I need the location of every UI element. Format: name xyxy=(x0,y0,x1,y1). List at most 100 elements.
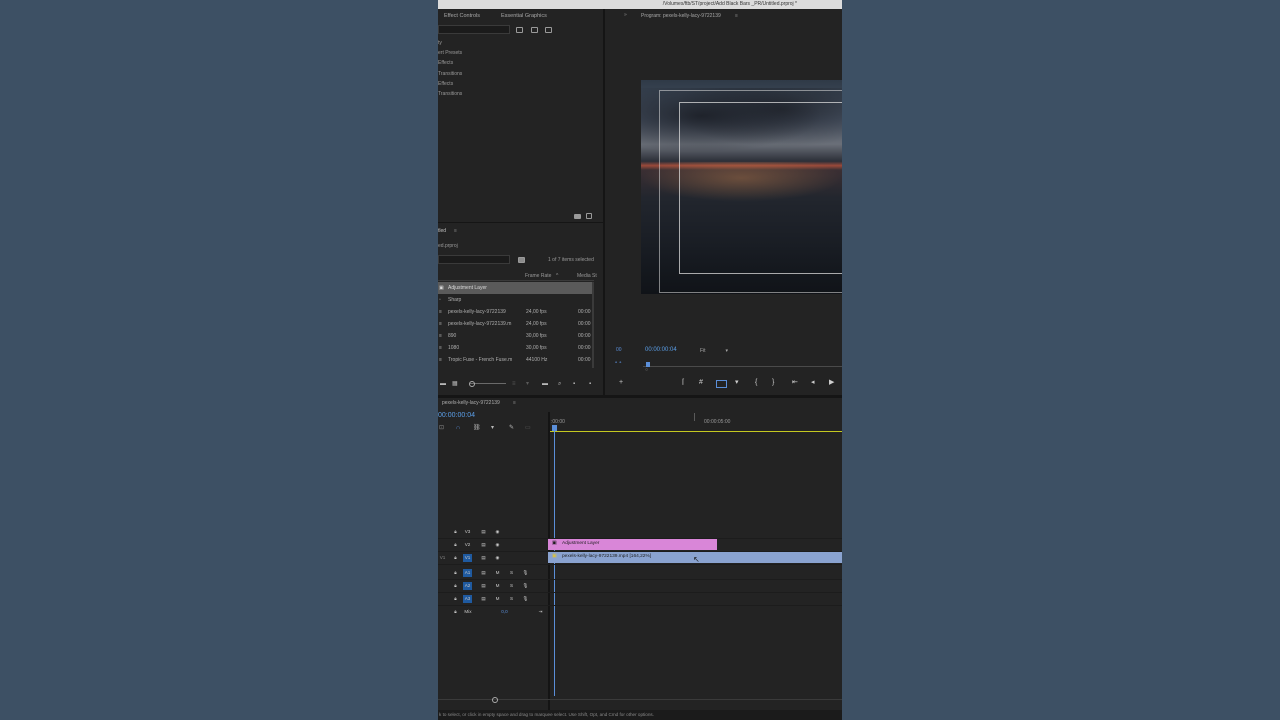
add-button-icon[interactable]: + xyxy=(619,379,623,386)
list-view-icon[interactable]: ▬ xyxy=(440,380,446,388)
go-to-in-icon[interactable]: ⇤ xyxy=(792,379,798,387)
add-marker-icon[interactable]: ▾ xyxy=(491,424,494,432)
track-a3-label[interactable]: A3 xyxy=(463,595,472,603)
solo-button[interactable]: S xyxy=(507,582,516,590)
zoom-handle-icon[interactable]: ○ xyxy=(645,367,648,373)
sync-lock-icon[interactable]: ▤ xyxy=(479,595,488,603)
sync-lock-icon[interactable]: ▤ xyxy=(479,554,488,562)
fit-dropdown[interactable]: Fit ▾ xyxy=(700,347,730,355)
list-item[interactable]: ≡ pexels-kelly-lacy-9722139.m 24,00 fps … xyxy=(438,318,594,330)
play-icon[interactable]: ▶ xyxy=(829,379,834,387)
work-area-bar[interactable] xyxy=(550,431,842,432)
microphone-icon[interactable]: 🎙︎ xyxy=(521,595,530,603)
lock-icon[interactable]: 🔒︎ xyxy=(451,554,460,562)
timeline-timecode[interactable]: 00:00:00:04 xyxy=(438,412,475,419)
accelerated-effects-icon[interactable] xyxy=(516,27,523,33)
lock-icon[interactable]: 🔒︎ xyxy=(451,582,460,590)
icon-view-icon[interactable]: ▦ xyxy=(452,380,458,388)
track-a2[interactable]: 🔒︎ A2 ▤ M S 🎙︎ xyxy=(438,580,842,593)
track-a3[interactable]: 🔒︎ A3 ▤ M S 🎙︎ xyxy=(438,593,842,606)
effects-list-item[interactable]: ert Presets xyxy=(438,50,462,56)
zoom-handle[interactable] xyxy=(492,697,498,703)
program-video-frame[interactable] xyxy=(641,80,842,294)
program-timecode[interactable]: 00:00:00:04 xyxy=(645,347,677,353)
effects-list-item[interactable]: Effects xyxy=(438,60,453,66)
mark-out-bracket-icon[interactable]: } xyxy=(772,379,774,387)
solo-button[interactable]: S xyxy=(507,569,516,577)
captions-icon[interactable]: ▭ xyxy=(525,424,531,432)
lock-icon[interactable]: 🔒︎ xyxy=(451,595,460,603)
mute-button[interactable]: M xyxy=(493,595,502,603)
column-frame-rate[interactable]: Frame Rate xyxy=(525,273,551,279)
sequence-tab[interactable]: pexels-kelly-lacy-9722139 xyxy=(442,400,500,406)
32bit-effects-icon[interactable] xyxy=(531,27,538,33)
sync-lock-icon[interactable]: ▤ xyxy=(479,582,488,590)
lock-icon[interactable]: 🔒︎ xyxy=(451,528,460,536)
lock-icon[interactable]: 🔒︎ xyxy=(451,541,460,549)
track-v3[interactable]: 🔒︎ V3 ▤ ◉ xyxy=(438,526,842,539)
panel-menu-icon[interactable]: ≡ xyxy=(735,13,738,19)
list-item[interactable]: ≡ 1080 30,00 fps 00:00 xyxy=(438,342,594,354)
step-back-icon[interactable]: ◂ xyxy=(811,379,815,387)
lock-icon[interactable]: 🔒︎ xyxy=(451,608,460,616)
mix-value[interactable]: 0,0 xyxy=(500,608,509,616)
timeline-horizontal-scrollbar[interactable] xyxy=(438,699,842,700)
transform-toggle-icon[interactable] xyxy=(716,380,727,388)
go-to-end-icon[interactable]: ⇥ xyxy=(536,608,545,616)
snap-icon[interactable]: ∩ xyxy=(456,424,460,432)
effects-list-item[interactable]: ty xyxy=(438,40,442,46)
track-v3-label[interactable]: V3 xyxy=(463,528,472,536)
find-icon[interactable]: ⌕ xyxy=(558,380,561,388)
linked-selection-icon[interactable]: ⛓ xyxy=(473,424,481,432)
eye-icon[interactable]: ◉ xyxy=(493,528,502,536)
new-bin-icon[interactable] xyxy=(574,214,581,219)
project-search-input[interactable] xyxy=(438,255,510,264)
column-media-start[interactable]: Media St xyxy=(577,273,597,279)
link-icon[interactable]: ⚬⚬ xyxy=(614,360,622,366)
sync-lock-icon[interactable]: ▤ xyxy=(479,569,488,577)
microphone-icon[interactable]: 🎙︎ xyxy=(521,582,530,590)
list-item[interactable]: ≡ Tropic Fuse - French Fuse.m 44100 Hz 0… xyxy=(438,354,594,366)
solo-button[interactable]: S xyxy=(507,595,516,603)
tab-essential-graphics[interactable]: Essential Graphics xyxy=(501,13,547,19)
new-bin-icon[interactable]: ▪ xyxy=(573,380,575,388)
zoom-slider-handle[interactable] xyxy=(469,381,475,387)
sync-lock-icon[interactable]: ▤ xyxy=(479,528,488,536)
track-a1-label[interactable]: A1 xyxy=(463,569,472,577)
effects-list-item[interactable]: Transitions xyxy=(438,71,462,77)
add-marker-icon[interactable]: ▾ xyxy=(735,379,739,387)
project-panel-title[interactable]: tled xyxy=(438,228,446,234)
safe-margins-icon[interactable]: # xyxy=(699,379,703,387)
expand-panels-icon[interactable]: » xyxy=(624,12,627,18)
sync-lock-icon[interactable]: ▤ xyxy=(479,541,488,549)
effects-search-input[interactable] xyxy=(438,25,510,34)
project-scrollbar[interactable] xyxy=(592,282,594,368)
eye-icon[interactable]: ◉ xyxy=(493,541,502,549)
program-scrubber[interactable] xyxy=(643,366,842,367)
mark-in-icon[interactable]: ⌈ xyxy=(682,379,685,387)
list-item[interactable]: ▫ Sharp xyxy=(438,294,594,306)
microphone-icon[interactable]: 🎙︎ xyxy=(521,569,530,577)
lock-icon[interactable]: 🔒︎ xyxy=(451,569,460,577)
mark-in-bracket-icon[interactable]: { xyxy=(755,379,757,387)
track-a2-label[interactable]: A2 xyxy=(463,582,472,590)
track-v2-label[interactable]: V2 xyxy=(463,541,472,549)
effects-list-item[interactable]: Transitions xyxy=(438,91,462,97)
zoom-slider[interactable] xyxy=(470,383,506,384)
list-item[interactable]: ≡ 890 30,00 fps 00:00 xyxy=(438,330,594,342)
automate-icon[interactable]: ▬ xyxy=(542,380,548,388)
new-item-icon[interactable]: ▪ xyxy=(589,380,591,388)
trash-icon[interactable] xyxy=(586,213,592,219)
eye-icon[interactable]: ◉ xyxy=(493,554,502,562)
search-bin-icon[interactable] xyxy=(518,257,525,263)
mute-button[interactable]: M xyxy=(493,582,502,590)
track-mix[interactable]: 🔒︎ Mix 0,0 ⇥ xyxy=(438,606,842,618)
nest-icon[interactable]: ⊡ xyxy=(439,424,444,432)
tab-effect-controls[interactable]: Effect Controls xyxy=(444,13,480,19)
adjustment-layer-clip[interactable]: ▣ Adjustment Layer xyxy=(548,539,717,550)
sort-chevron-icon[interactable]: ^ xyxy=(556,273,558,279)
track-a1[interactable]: 🔒︎ A1 ▤ M S 🎙︎ xyxy=(438,567,842,580)
freeform-icon[interactable]: ▾ xyxy=(526,380,529,388)
yuv-effects-icon[interactable] xyxy=(545,27,552,33)
source-patch-v1[interactable]: V1 xyxy=(438,554,447,562)
